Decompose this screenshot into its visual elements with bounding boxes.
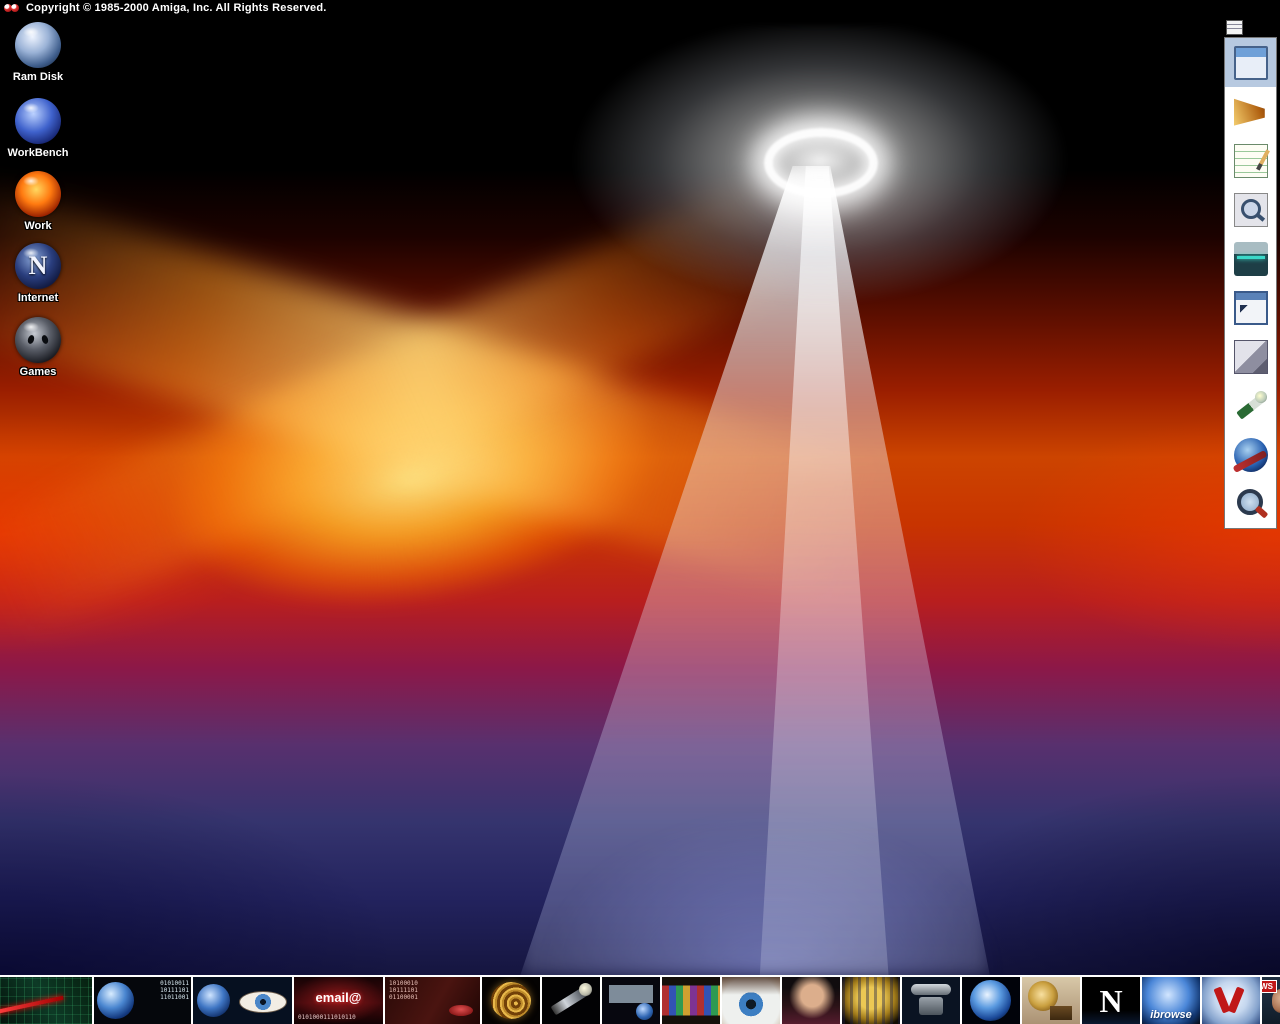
speaker-horn-icon — [1234, 95, 1268, 129]
games-alien-orb-icon — [15, 317, 61, 363]
desktop-icon-internet[interactable]: N Internet — [0, 243, 76, 304]
dock-tile-email[interactable]: email@ 0101000111010110 — [294, 977, 383, 1024]
wallpaper — [0, 16, 1280, 975]
scanner-icon — [1234, 242, 1268, 276]
dock-tile-portrait-girl[interactable] — [782, 977, 840, 1024]
dock-tile-binary-lips[interactable]: 10100010 10111101 01100001 — [385, 977, 480, 1024]
binary-text: 0101000111010110 — [298, 1014, 356, 1021]
storage-box-icon — [1234, 340, 1268, 374]
bottom-dock: 01010011 10111101 11011001 email@ 010100… — [0, 975, 1280, 1024]
icon-label: WorkBench — [0, 147, 76, 159]
dock-tile-news[interactable]: NEWS — [1262, 977, 1280, 1024]
dock-tile-pharaoh-mask[interactable] — [842, 977, 900, 1024]
ram-disk-orb-icon — [15, 22, 61, 68]
dock-item-shell[interactable] — [1225, 283, 1276, 332]
work-flame-orb-icon — [15, 171, 61, 217]
dock-tile-earth-binary[interactable]: 01010011 10111101 11011001 — [94, 977, 191, 1024]
icon-label: Internet — [0, 292, 76, 304]
right-dock — [1224, 37, 1277, 529]
wallpaper-spotlight-ring — [764, 128, 878, 198]
menubar[interactable]: Copyright © 1985-2000 Amiga, Inc. All Ri… — [0, 0, 1280, 16]
binary-text: 01010011 10111101 11011001 — [160, 980, 189, 1001]
dock-tile-earth-eye[interactable] — [193, 977, 292, 1024]
dock-tile-flashlight[interactable] — [542, 977, 600, 1024]
dock-tile-earth-globe[interactable] — [962, 977, 1020, 1024]
amiga-workbench-screen: Copyright © 1985-2000 Amiga, Inc. All Ri… — [0, 0, 1280, 1024]
document-magnifier-icon — [1234, 193, 1268, 227]
notepad-icon — [1234, 144, 1268, 178]
email-label: email@ — [294, 990, 383, 1005]
desktop-icon-work[interactable]: Work — [0, 171, 76, 232]
workbench-window-icon — [1234, 46, 1268, 80]
magnifier-icon — [1234, 487, 1268, 521]
dock-item-workbench-window[interactable] — [1225, 38, 1276, 87]
desktop-icon-workbench[interactable]: WorkBench — [0, 98, 76, 159]
flashlight-icon — [1234, 389, 1268, 423]
shell-window-icon — [1234, 291, 1268, 325]
dock-tile-telephone[interactable] — [902, 977, 960, 1024]
workbench-orb-icon — [15, 98, 61, 144]
news-badge: NEWS — [1262, 980, 1277, 993]
dock-tile-ibrowse[interactable]: ibrowse — [1142, 977, 1200, 1024]
netscape-n-letter: N — [1099, 985, 1122, 1017]
desktop-icon-ram-disk[interactable]: Ram Disk — [0, 22, 76, 83]
dock-tile-red-check[interactable] — [1202, 977, 1260, 1024]
icon-label: Games — [0, 366, 76, 378]
dock-tile-media-shelf[interactable] — [662, 977, 720, 1024]
dock-tile-gramophone[interactable] — [1022, 977, 1080, 1024]
dock-item-flashlight[interactable] — [1225, 381, 1276, 430]
dock-tile-nautilus-shell[interactable] — [482, 977, 540, 1024]
dock-item-storage-box[interactable] — [1225, 332, 1276, 381]
amiga-logo-icon — [4, 2, 20, 14]
dock-tile-binoculars-earth[interactable] — [602, 977, 660, 1024]
dock-item-scanner[interactable] — [1225, 234, 1276, 283]
dock-item-speaker[interactable] — [1225, 87, 1276, 136]
desktop-icon-games[interactable]: Games — [0, 317, 76, 378]
mail-handle-icon[interactable] — [1226, 20, 1243, 35]
ibrowse-label: ibrowse — [1142, 1009, 1200, 1021]
dock-item-globe-tools[interactable] — [1225, 430, 1276, 479]
dock-item-document-magnifier[interactable] — [1225, 185, 1276, 234]
internet-globe-icon: N — [15, 243, 61, 289]
dock-item-notepad[interactable] — [1225, 136, 1276, 185]
dock-tile-netscape[interactable]: N — [1082, 977, 1140, 1024]
globe-tools-icon — [1234, 438, 1268, 472]
dock-tile-eye[interactable] — [722, 977, 780, 1024]
copyright-text: Copyright © 1985-2000 Amiga, Inc. All Ri… — [26, 2, 327, 14]
icon-label: Ram Disk — [0, 71, 76, 83]
icon-label: Work — [0, 220, 76, 232]
dock-item-magnifier[interactable] — [1225, 479, 1276, 528]
dock-tile-circuit-board[interactable] — [0, 977, 92, 1024]
netscape-n-glyph: N — [29, 253, 48, 279]
binary-text: 10100010 10111101 01100001 — [389, 980, 418, 1001]
